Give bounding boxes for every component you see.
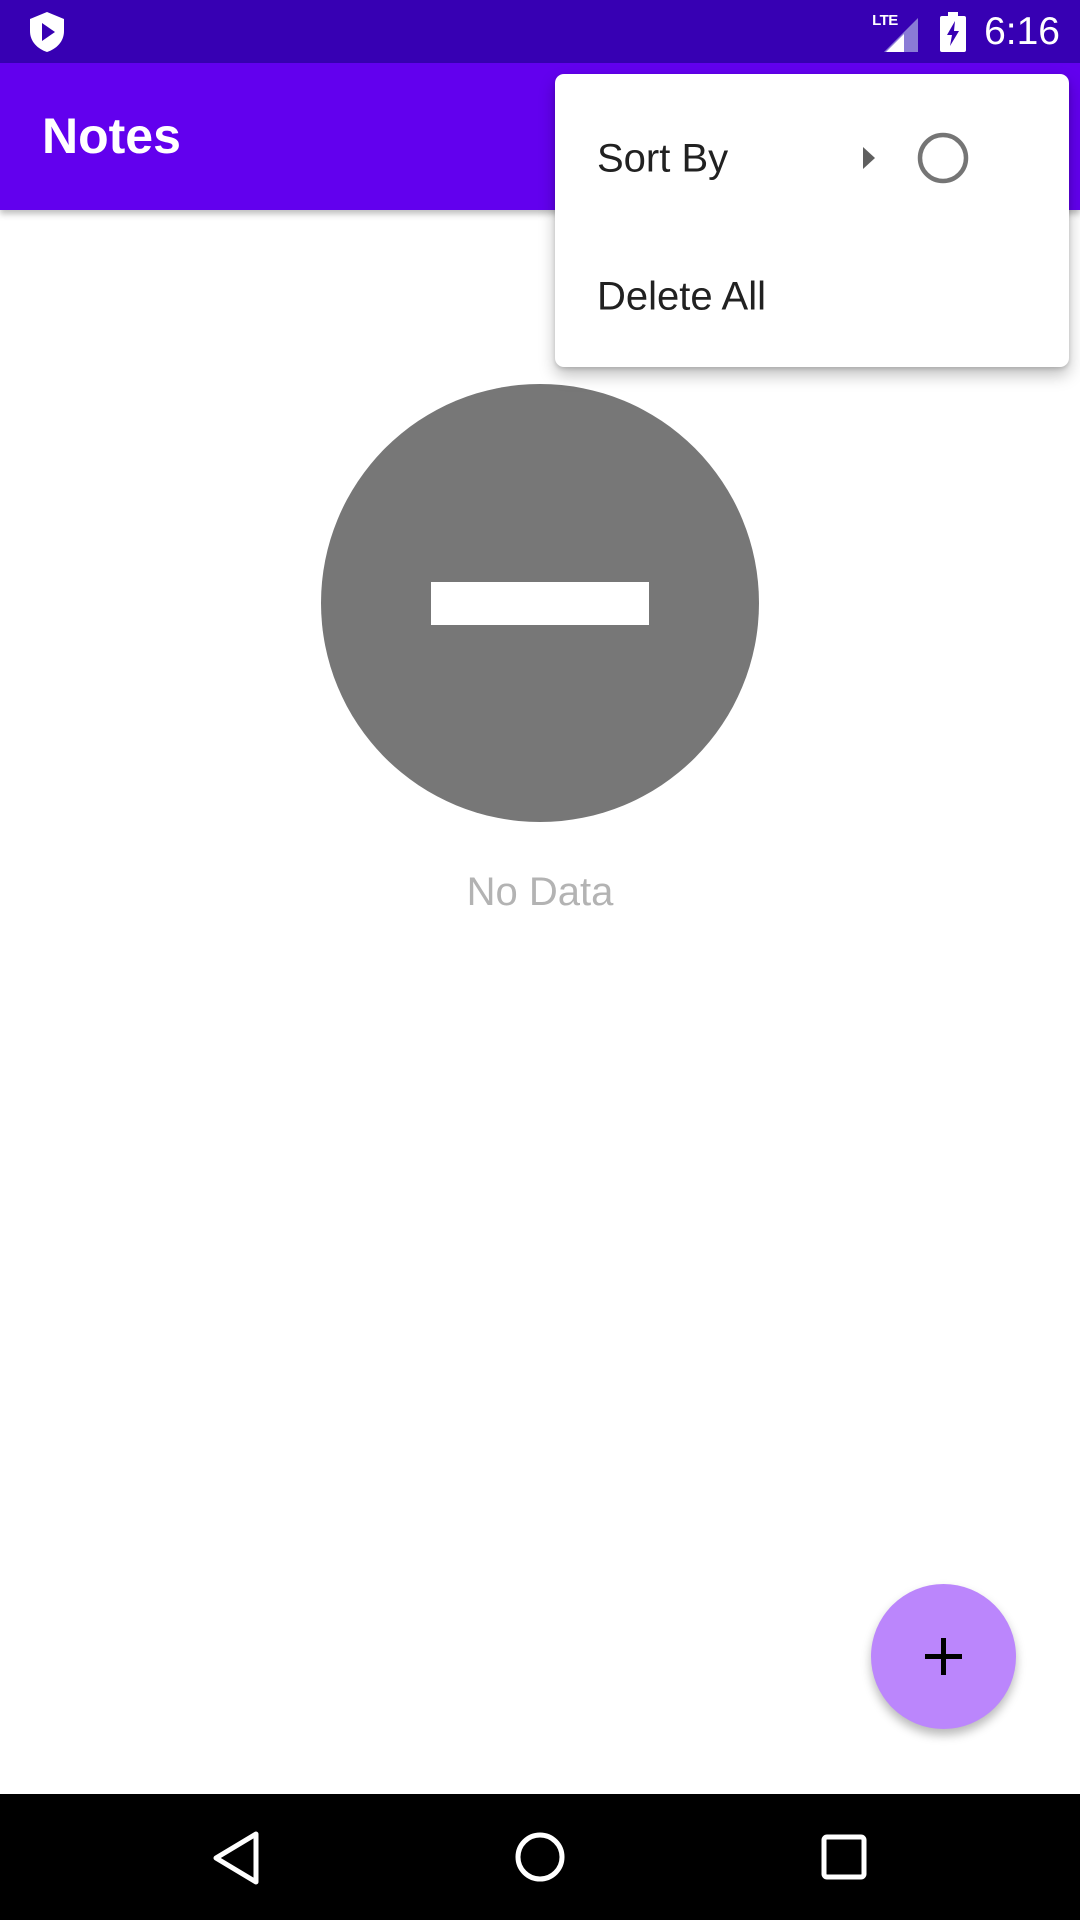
back-icon [213, 1831, 259, 1885]
menu-item-sort-by[interactable]: Sort By [555, 74, 1069, 200]
menu-item-label: Delete All [597, 274, 766, 319]
plus-icon [925, 1638, 962, 1675]
screen: LTE 6:16 Notes No Data Sort By Delete Al… [0, 0, 1080, 1920]
network-label: LTE [872, 11, 898, 29]
home-icon [515, 1832, 565, 1882]
menu-item-label: Sort By [597, 136, 729, 181]
home-button[interactable] [480, 1794, 600, 1920]
recents-button[interactable] [784, 1794, 904, 1920]
back-button[interactable] [176, 1794, 296, 1920]
status-time: 6:16 [984, 9, 1060, 53]
navigation-bar [0, 1794, 1080, 1920]
page-title: Notes [42, 108, 181, 164]
no-entry-icon [321, 384, 759, 822]
status-bar: LTE 6:16 [0, 0, 1080, 63]
add-note-button[interactable] [871, 1584, 1016, 1729]
recents-icon [821, 1834, 867, 1880]
signal-icon: LTE [872, 11, 919, 52]
menu-item-delete-all[interactable]: Delete All [555, 200, 1069, 326]
empty-state-message: No Data [466, 870, 614, 914]
sort-radio-button[interactable] [917, 132, 969, 184]
shield-play-icon [30, 12, 64, 52]
status-right-group: LTE 6:16 [872, 0, 1060, 63]
submenu-arrow-icon [863, 147, 875, 169]
overflow-menu: Sort By Delete All [555, 74, 1069, 367]
battery-charging-icon [940, 11, 967, 52]
